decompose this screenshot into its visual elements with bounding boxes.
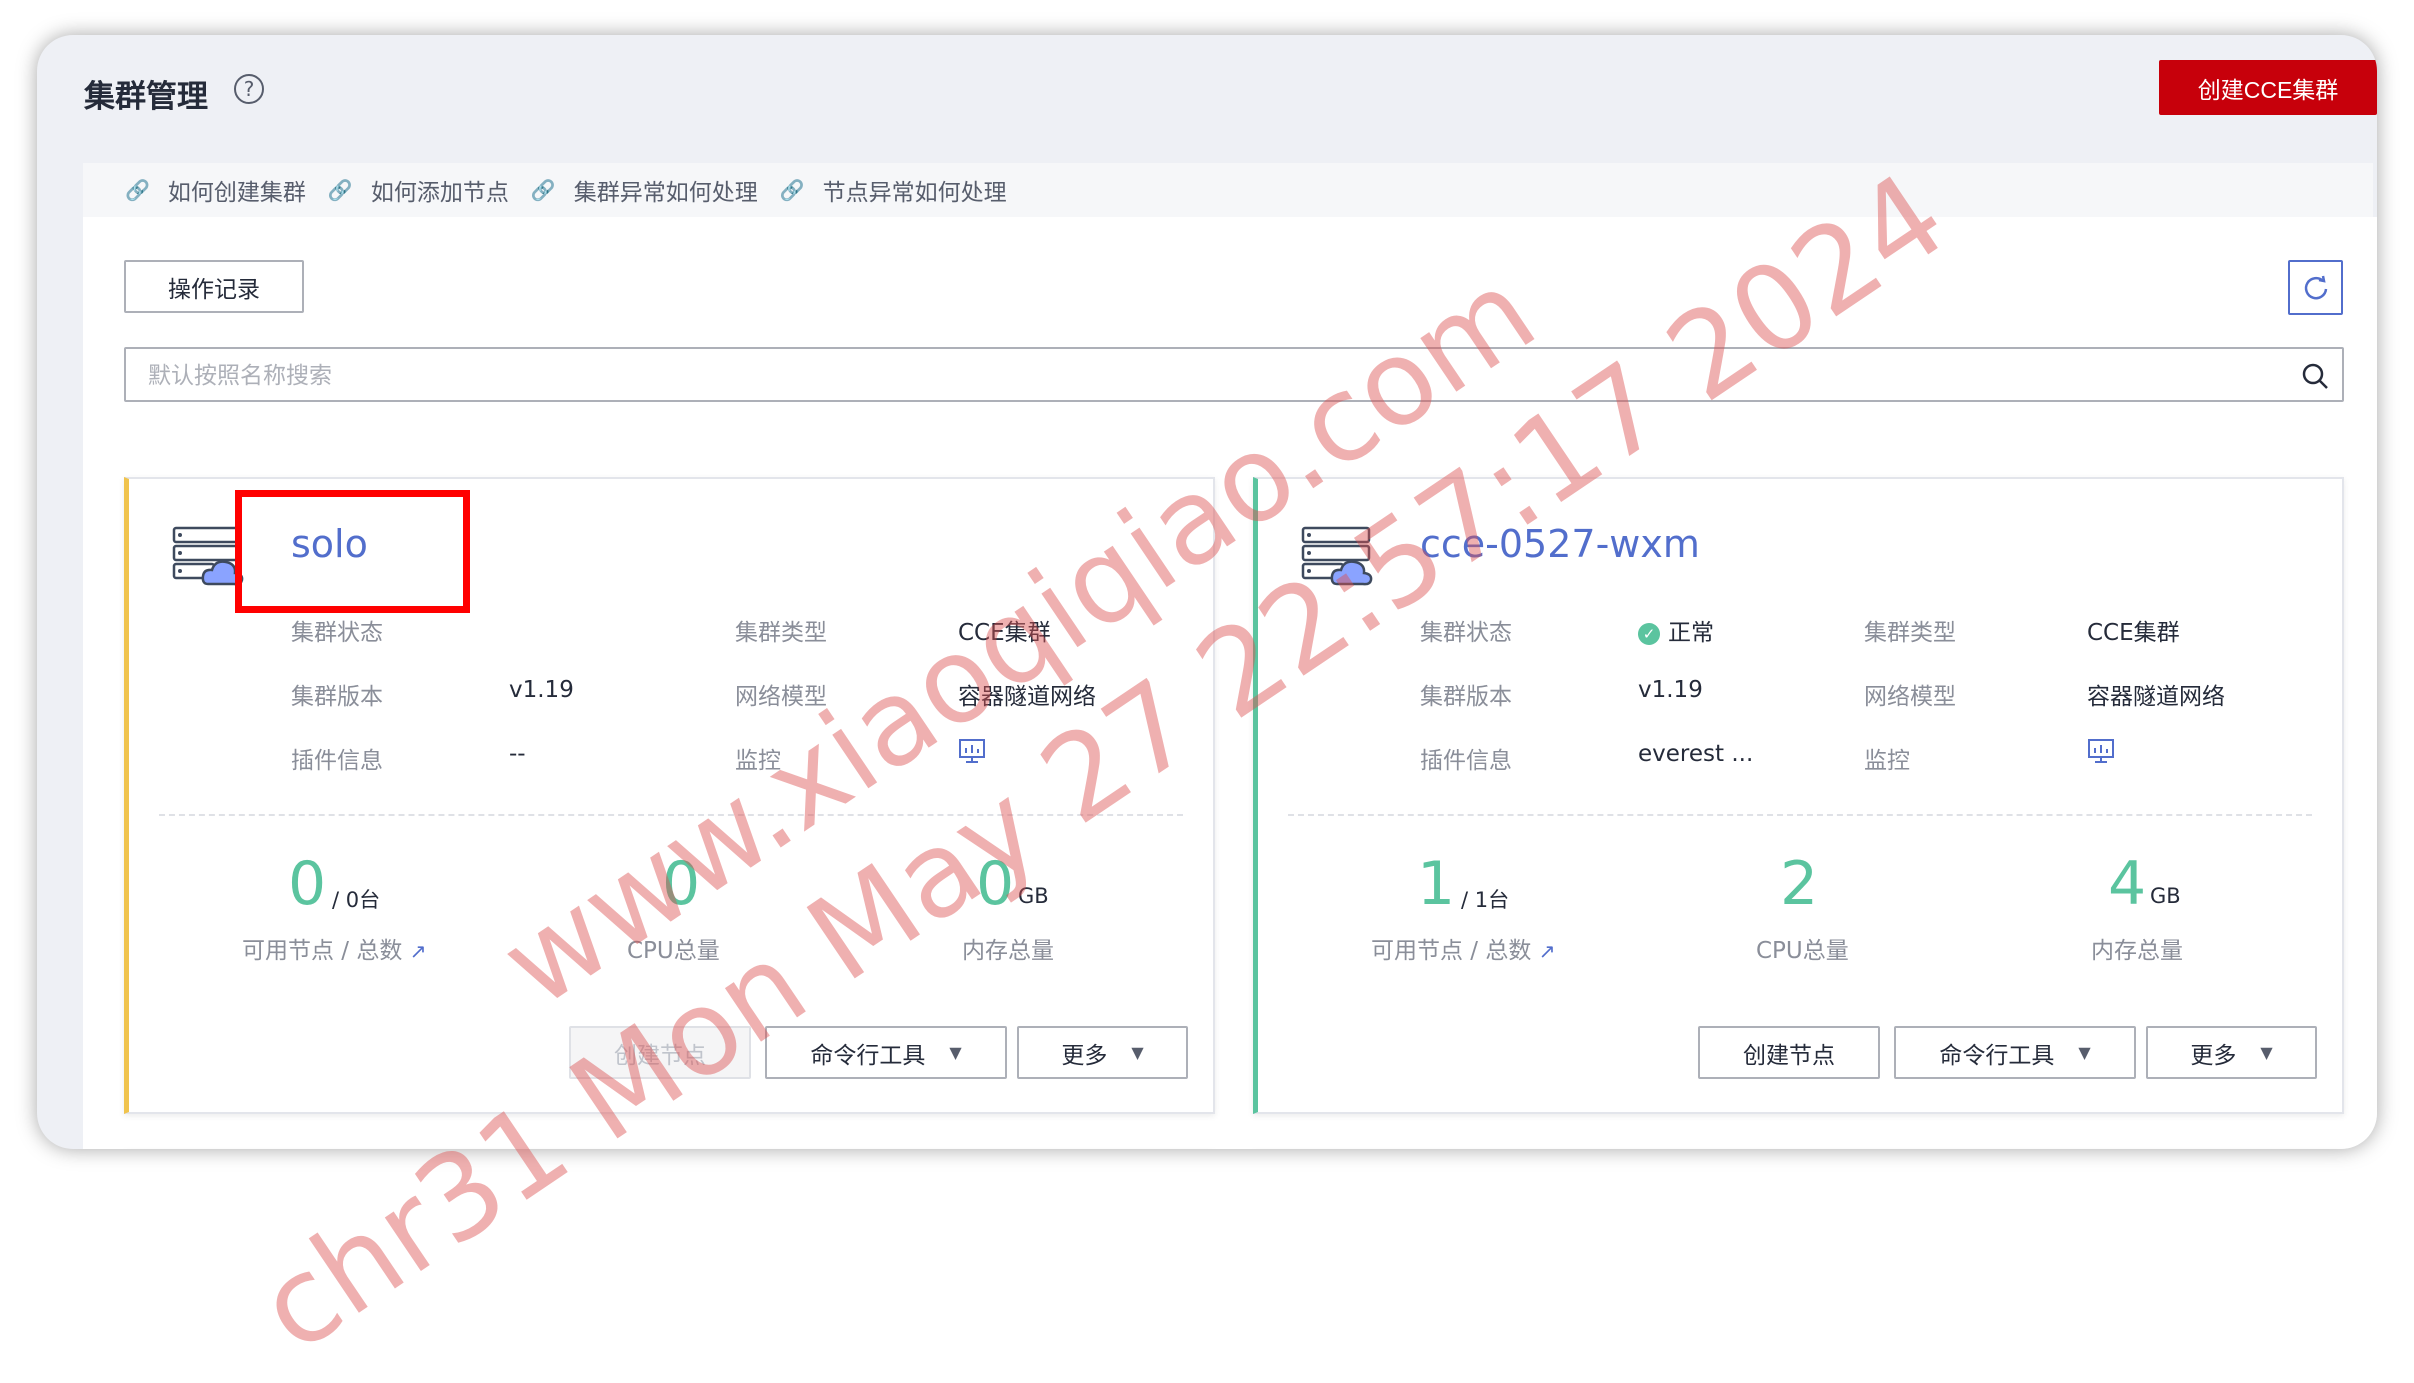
nodes-label[interactable]: 可用节点 / 总数 ↗ [1371,931,1555,965]
status-value: ✓ 正常 [1638,613,1714,647]
status-label: 集群状态 [291,620,383,646]
help-link-label: 如何创建集群 [167,180,306,206]
help-link-node-exception[interactable]: 🔗 节点异常如何处理 [780,173,1007,207]
nodes-total: / 0台 [332,888,381,912]
cpu-label: CPU总量 [1756,938,1849,964]
cli-tool-dropdown[interactable]: 命令行工具 ▼ [1894,1026,2136,1079]
help-link-create-cluster[interactable]: 🔗 如何创建集群 [125,173,306,207]
create-node-label: 创建节点 [1743,1042,1835,1069]
nodes-available: 1 [1417,849,1456,919]
cli-tool-label: 命令行工具 [1939,1042,2055,1069]
nodes-available: 0 [288,849,327,919]
card-divider [159,814,1183,816]
cluster-name-link[interactable]: cce-0527-wxm [1420,522,1700,566]
mem-label: 内存总量 [962,938,1054,964]
chevron-down-icon: ▼ [949,1043,962,1062]
status-label: 集群状态 [1420,620,1512,646]
refresh-button[interactable] [2288,260,2343,315]
link-icon: 🔗 [125,178,150,202]
more-dropdown[interactable]: 更多 ▼ [2146,1026,2317,1079]
cluster-icon [172,526,244,586]
monitor-icon[interactable] [2087,737,2115,765]
nodes-label-text: 可用节点 / 总数 [242,938,403,964]
plugins-label: 插件信息 [291,748,383,774]
mem-total: 4 [2108,849,2147,919]
plugins-value[interactable]: everest ... [1638,741,1753,767]
cluster-card-cce-0527-wxm: cce-0527-wxm 集群状态 ✓ 正常 集群类型 CCE集群 集群版本 v1… [1253,477,2344,1114]
help-link-label: 节点异常如何处理 [822,180,1007,206]
create-node-button[interactable]: 创建节点 [569,1026,751,1079]
cluster-card-solo: solo 集群状态 集群类型 CCE集群 集群版本 v1.19 网络模型 容器隧… [124,477,1215,1114]
search-box [124,347,2344,402]
help-icon[interactable]: ? [234,74,264,104]
network-label: 网络模型 [1864,684,1956,710]
nodes-label-text: 可用节点 / 总数 [1371,938,1532,964]
network-value: 容器隧道网络 [2087,684,2225,710]
monitor-label: 监控 [735,748,781,774]
cpu-total: 2 [1780,849,1819,919]
link-icon: 🔗 [779,178,805,202]
mem-unit: GB [1018,884,1049,908]
plugins-value: -- [509,741,526,767]
version-value: v1.19 [1638,677,1703,703]
network-label: 网络模型 [735,684,827,710]
chevron-down-icon: ▼ [1131,1043,1144,1062]
type-value: CCE集群 [958,620,1051,646]
more-label: 更多 [2190,1042,2237,1069]
app-window: 集群管理 ? 创建CCE集群 🔗 如何创建集群 🔗 如何添加节点 🔗 集群异常如… [37,35,2377,1149]
card-divider [1288,814,2312,816]
page-title: 集群管理 [84,79,208,115]
check-circle-icon: ✓ [1638,622,1660,645]
operation-record-button[interactable]: 操作记录 [124,260,304,313]
search-icon[interactable] [2300,361,2330,391]
mem-label: 内存总量 [2091,938,2183,964]
version-label: 集群版本 [1420,684,1512,710]
plugins-label: 插件信息 [1420,748,1512,774]
type-label: 集群类型 [735,620,827,646]
search-input[interactable] [146,349,2250,402]
create-cce-cluster-button[interactable]: 创建CCE集群 [2159,60,2377,115]
nodes-total: / 1台 [1461,888,1510,912]
cpu-label: CPU总量 [627,938,720,964]
link-icon: 🔗 [530,178,556,202]
create-node-button[interactable]: 创建节点 [1698,1026,1880,1079]
more-label: 更多 [1061,1042,1108,1069]
version-value: v1.19 [509,677,574,703]
mem-unit: GB [2150,884,2181,908]
network-value: 容器隧道网络 [958,684,1096,710]
monitor-icon[interactable] [958,737,986,765]
status-text: 正常 [1668,620,1714,646]
jump-arrow-icon[interactable]: ↗ [1539,939,1556,963]
more-dropdown[interactable]: 更多 ▼ [1017,1026,1188,1079]
type-label: 集群类型 [1864,620,1956,646]
cli-tool-label: 命令行工具 [810,1042,926,1069]
help-link-add-node[interactable]: 🔗 如何添加节点 [328,173,509,207]
help-link-label: 集群异常如何处理 [573,180,758,206]
refresh-icon [2304,275,2327,299]
create-node-label: 创建节点 [614,1042,706,1069]
help-link-cluster-exception[interactable]: 🔗 集群异常如何处理 [531,173,758,207]
mem-total: 0 [976,849,1015,919]
highlight-box [235,490,470,613]
cli-tool-dropdown[interactable]: 命令行工具 ▼ [765,1026,1007,1079]
help-link-label: 如何添加节点 [370,180,509,206]
monitor-label: 监控 [1864,748,1910,774]
chevron-down-icon: ▼ [2260,1043,2273,1062]
type-value: CCE集群 [2087,620,2180,646]
chevron-down-icon: ▼ [2078,1043,2091,1062]
jump-arrow-icon[interactable]: ↗ [410,939,427,963]
help-links-bar: 🔗 如何创建集群 🔗 如何添加节点 🔗 集群异常如何处理 🔗 节点异常如何处理 [83,163,2373,217]
main-content: 操作记录 solo 集群状态 [83,217,2377,1149]
link-icon: 🔗 [327,178,353,202]
version-label: 集群版本 [291,684,383,710]
cluster-icon [1301,526,1373,586]
cpu-total: 0 [662,849,701,919]
nodes-label[interactable]: 可用节点 / 总数 ↗ [242,931,426,965]
